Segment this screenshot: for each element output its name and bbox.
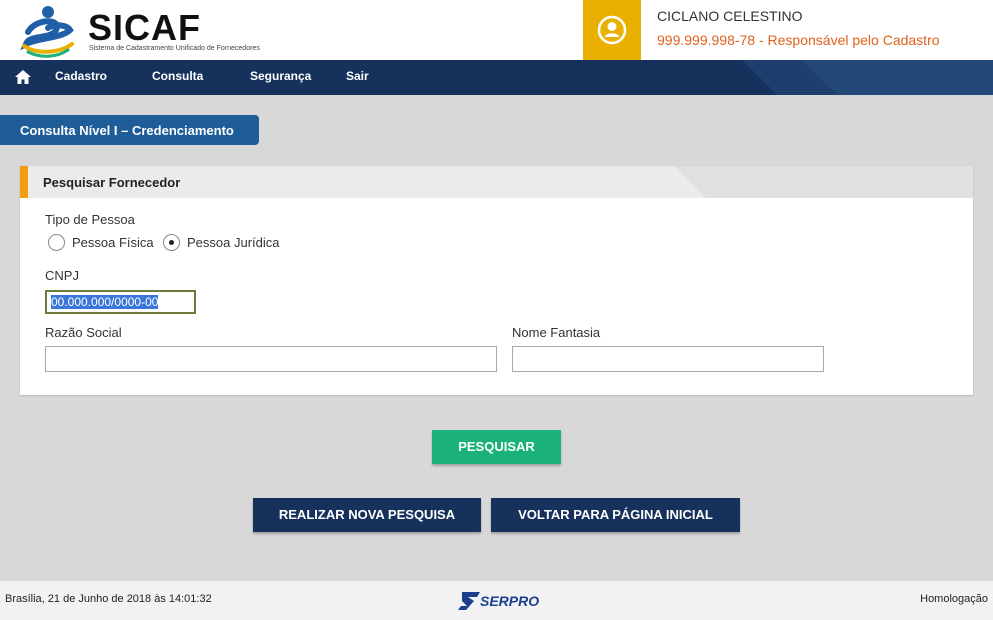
search-panel: Pesquisar Fornecedor Tipo de Pessoa Pess… — [20, 166, 973, 395]
radio-pessoa-fisica-label[interactable]: Pessoa Física — [72, 235, 154, 250]
nav-item-sair[interactable]: Sair — [346, 69, 369, 83]
razao-social-input[interactable] — [45, 346, 497, 372]
user-name: CICLANO CELESTINO — [657, 8, 803, 24]
search-button[interactable]: PESQUISAR — [432, 430, 561, 464]
nome-fantasia-input[interactable] — [512, 346, 824, 372]
back-home-button[interactable]: VOLTAR PARA PÁGINA INICIAL — [491, 498, 740, 532]
user-icon-box[interactable] — [583, 0, 641, 60]
main-nav: Cadastro Consulta Segurança Sair — [0, 60, 993, 95]
nome-fantasia-label: Nome Fantasia — [512, 325, 601, 340]
page-title: Consulta Nível I – Credenciamento — [0, 115, 259, 145]
serpro-text: SERPRO — [480, 593, 540, 609]
tipo-pessoa-label: Tipo de Pessoa — [45, 212, 135, 227]
nav-item-cadastro[interactable]: Cadastro — [55, 69, 107, 83]
razao-social-label: Razão Social — [45, 325, 122, 340]
panel-title: Pesquisar Fornecedor — [43, 175, 181, 190]
footer-date: Brasília, 21 de Junho de 2018 às 14:01:3… — [5, 593, 212, 605]
user-box: CICLANO CELESTINO 999.999.998-78 - Respo… — [583, 0, 993, 60]
new-search-button[interactable]: REALIZAR NOVA PESQUISA — [253, 498, 481, 532]
footer: Brasília, 21 de Junho de 2018 às 14:01:3… — [0, 581, 993, 620]
cnpj-label: CNPJ — [45, 268, 79, 283]
cnpj-value: 00.000.000/0000-00 — [51, 295, 159, 309]
user-role: 999.999.998-78 - Responsável pelo Cadast… — [657, 32, 940, 48]
nav-item-seguranca[interactable]: Segurança — [250, 69, 311, 83]
user-circle-icon — [597, 15, 627, 45]
cnpj-input[interactable]: 00.000.000/0000-00 — [45, 290, 196, 314]
radio-pessoa-juridica-label[interactable]: Pessoa Jurídica — [187, 235, 280, 250]
logo-subtitle: Sistema de Cadastramento Unificado de Fo… — [89, 45, 260, 52]
footer-environment: Homologação — [920, 593, 988, 605]
radio-pessoa-juridica[interactable] — [163, 234, 180, 251]
header: SICAF Sistema de Cadastramento Unificado… — [0, 0, 993, 60]
radio-pessoa-fisica[interactable] — [48, 234, 65, 251]
panel-header: Pesquisar Fornecedor — [20, 166, 973, 198]
serpro-logo: SERPRO — [458, 589, 548, 613]
sicaf-logo[interactable]: SICAF Sistema de Cadastramento Unificado… — [18, 4, 278, 58]
sicaf-logo-icon — [20, 6, 74, 58]
panel-accent — [20, 166, 28, 198]
panel-header-decoration — [674, 166, 973, 198]
nav-item-consulta[interactable]: Consulta — [152, 69, 203, 83]
logo-title: SICAF — [88, 7, 201, 48]
serpro-logo-icon — [458, 592, 480, 610]
home-icon[interactable] — [14, 69, 32, 85]
